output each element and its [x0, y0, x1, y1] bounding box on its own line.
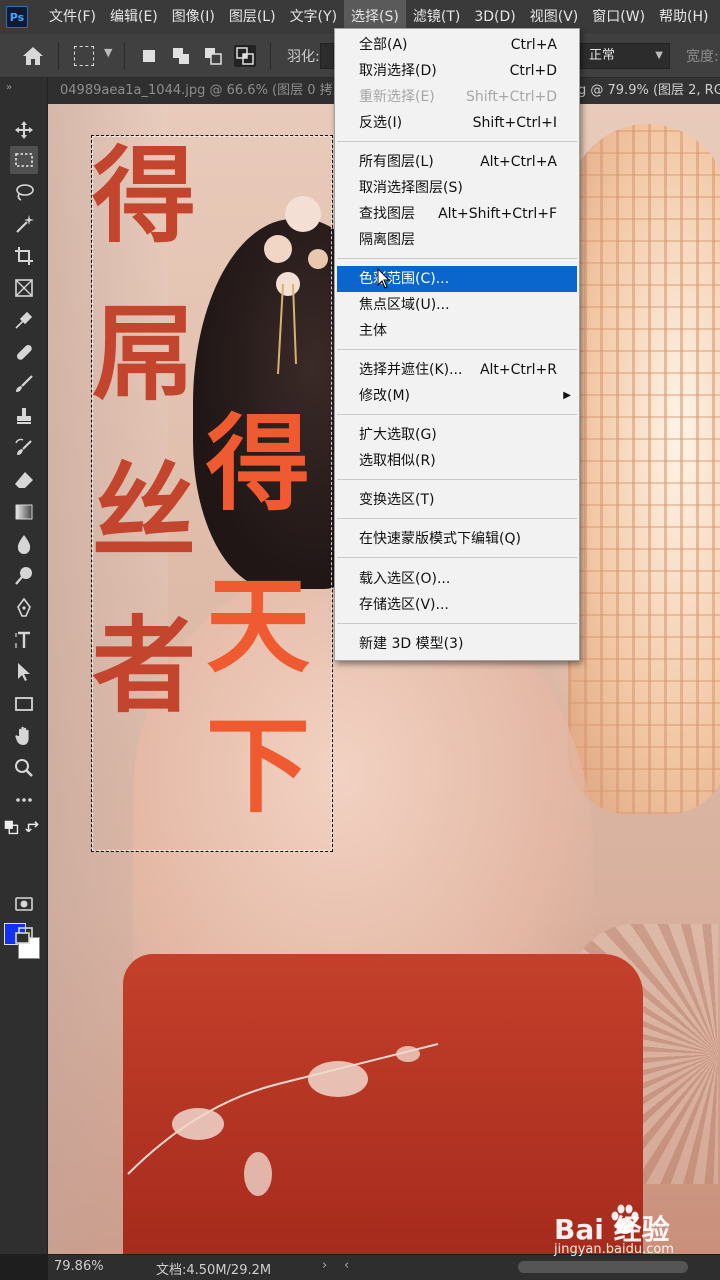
document-size[interactable]: 文档:4.50M/29.2M [156, 1259, 271, 1278]
pen-tool-icon[interactable] [10, 594, 38, 622]
zoom-tool-icon[interactable] [10, 754, 38, 782]
swap-colors-icon[interactable] [24, 820, 44, 836]
rectangle-tool-icon[interactable] [10, 690, 38, 718]
menu-item-focus-area[interactable]: 焦点区域(U)... [337, 292, 577, 318]
rectangular-marquee-preset-icon[interactable] [74, 46, 94, 66]
options-divider [124, 42, 125, 70]
screen-mode-icon[interactable] [10, 922, 38, 950]
hand-tool-icon[interactable] [10, 722, 38, 750]
watermark-url: jingyan.baidu.com [554, 1242, 674, 1257]
menu-item-all-layers[interactable]: 所有图层(L) Alt+Ctrl+A [337, 149, 577, 175]
gradient-tool-icon[interactable] [10, 498, 38, 526]
magic-wand-tool-icon[interactable] [10, 210, 38, 238]
frame-tool-icon[interactable] [10, 274, 38, 302]
clone-stamp-tool-icon[interactable] [10, 402, 38, 430]
menu-divider [337, 349, 577, 350]
menu-item-quick-mask[interactable]: 在快速蒙版模式下编辑(Q) [337, 526, 577, 552]
lasso-tool-icon[interactable] [10, 178, 38, 206]
photo-wicker-lamp [568, 124, 720, 814]
baidu-jingyan-watermark: Bai 经验 jingyan.baidu.com [548, 1200, 708, 1260]
collapse-panel-icon[interactable]: » [6, 82, 12, 93]
menu-item-grow[interactable]: 扩大选取(G) [337, 422, 577, 448]
menu-item-inverse[interactable]: 反选(I) Shift+Ctrl+I [337, 110, 577, 136]
chevron-down-icon: ▼ [655, 50, 663, 61]
menu-item-color-range[interactable]: 色彩范围(C)... [337, 266, 577, 292]
home-icon[interactable] [20, 44, 46, 68]
menu-item-save-selection[interactable]: 存储选区(V)... [337, 592, 577, 618]
menu-item-similar[interactable]: 选取相似(R) [337, 448, 577, 474]
menu-item-subject[interactable]: 主体 [337, 318, 577, 344]
menu-item-new-3d-model[interactable]: 新建 3D 模型(3) [337, 631, 577, 657]
horizontal-scrollbar[interactable] [518, 1261, 688, 1273]
brush-tool-icon[interactable] [10, 370, 38, 398]
menu-window[interactable]: 窗口(W) [585, 0, 652, 34]
menu-divider [337, 141, 577, 142]
default-colors-icon[interactable] [2, 820, 22, 836]
menu-divider [337, 518, 577, 519]
marquee-selection[interactable] [91, 135, 333, 852]
options-divider [58, 42, 59, 70]
menu-item-load-selection[interactable]: 载入选区(O)... [337, 566, 577, 592]
document-tab-active[interactable]: g @ 79.9% (图层 2, RGB [578, 78, 720, 104]
select-menu-dropdown: 全部(A) Ctrl+A 取消选择(D) Ctrl+D 重新选择(E) Shift+C… [334, 28, 580, 661]
feather-label: 羽化: [287, 49, 320, 65]
menu-item-select-all[interactable]: 全部(A) Ctrl+A [337, 32, 577, 58]
menu-item-transform-selection[interactable]: 变换选区(T) [337, 487, 577, 513]
menu-divider [337, 414, 577, 415]
menu-file[interactable]: 文件(F) [42, 0, 103, 34]
menu-item-modify[interactable]: 修改(M) ▶ [337, 383, 577, 409]
rectangular-marquee-tool-icon[interactable] [10, 146, 38, 174]
crop-tool-icon[interactable] [10, 242, 38, 270]
menu-item-deselect[interactable]: 取消选择(D) Ctrl+D [337, 58, 577, 84]
menu-layer[interactable]: 图层(L) [222, 0, 283, 34]
path-selection-tool-icon[interactable] [10, 658, 38, 686]
menu-item-reselect: 重新选择(E) Shift+Ctrl+D [359, 89, 557, 105]
new-selection-icon[interactable] [138, 45, 160, 67]
healing-brush-tool-icon[interactable] [10, 338, 38, 366]
quick-mask-icon[interactable] [10, 890, 38, 918]
menu-divider [337, 258, 577, 259]
submenu-arrow-icon: ▶ [563, 390, 571, 401]
zoom-level[interactable]: 79.86% [54, 1259, 104, 1274]
move-tool-icon[interactable] [10, 116, 38, 144]
photo-embroidery [127, 1043, 439, 1196]
width-label: 宽度: [686, 49, 719, 65]
tools-panel: » [0, 78, 48, 1254]
options-divider [270, 42, 271, 70]
dodge-tool-icon[interactable] [10, 562, 38, 590]
menu-divider [337, 479, 577, 480]
menu-item-deselect-layers[interactable]: 取消选择图层(S) [337, 175, 577, 201]
chevron-left-icon[interactable]: ‹ [344, 1258, 349, 1273]
chevron-right-icon[interactable]: › [322, 1258, 327, 1273]
photoshop-logo[interactable]: Ps [6, 6, 28, 28]
mouse-pointer-icon [377, 268, 391, 289]
paw-logo-icon [611, 1204, 639, 1234]
menu-divider [337, 623, 577, 624]
feather-input[interactable] [320, 43, 334, 69]
add-to-selection-icon[interactable] [170, 45, 192, 67]
more-tools-icon[interactable] [10, 786, 38, 814]
menu-image[interactable]: 图像(I) [165, 0, 222, 34]
eyedropper-tool-icon[interactable] [10, 306, 38, 334]
style-select[interactable]: 正常 ▼ [580, 43, 670, 69]
menu-item-select-and-mask[interactable]: 选择并遮住(K)... Alt+Ctrl+R [337, 357, 577, 383]
intersect-selection-icon[interactable] [234, 45, 256, 67]
document-tab-inactive[interactable]: 04989aea1a_1044.jpg @ 66.6% (图层 0 拷贝 [48, 78, 338, 104]
style-select-value: 正常 [589, 48, 616, 63]
subtract-from-selection-icon[interactable] [202, 45, 224, 67]
chevron-down-icon[interactable]: ▼ [104, 46, 112, 59]
menu-edit[interactable]: 编辑(E) [103, 0, 165, 34]
menu-help[interactable]: 帮助(H) [652, 0, 715, 34]
menu-divider [337, 557, 577, 558]
history-brush-tool-icon[interactable] [10, 434, 38, 462]
menu-item-isolate-layers[interactable]: 隔离图层 [337, 227, 577, 253]
menu-item-find-layers[interactable]: 查找图层 Alt+Shift+Ctrl+F [337, 201, 577, 227]
type-tool-icon[interactable] [10, 626, 38, 654]
eraser-tool-icon[interactable] [10, 466, 38, 494]
blur-tool-icon[interactable] [10, 530, 38, 558]
